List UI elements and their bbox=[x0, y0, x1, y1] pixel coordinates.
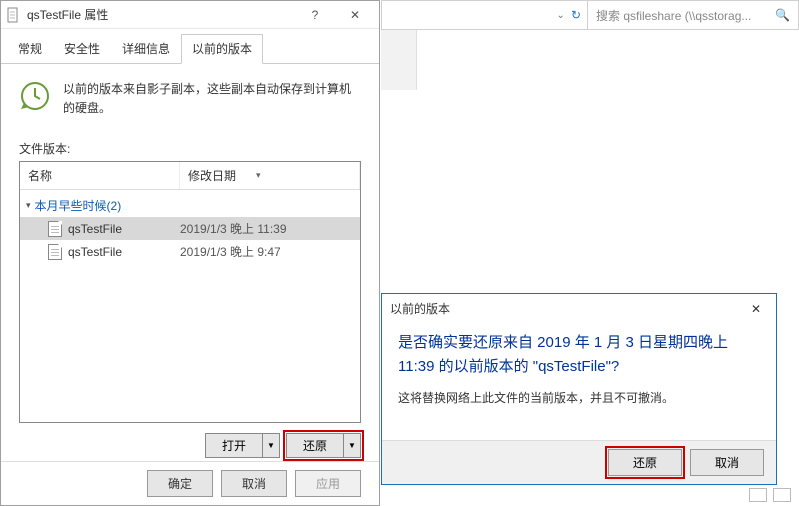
details-view-icon[interactable] bbox=[749, 488, 767, 502]
file-date: 2019/1/3 晚上 11:39 bbox=[180, 220, 354, 237]
chevron-down-icon[interactable]: ▼ bbox=[344, 434, 360, 457]
chevron-down-icon: ▾ bbox=[26, 200, 31, 211]
search-icon: 🔍 bbox=[775, 8, 790, 22]
document-icon bbox=[48, 244, 62, 260]
restore-button[interactable]: 还原 ▼ bbox=[286, 433, 361, 458]
properties-dialog: qsTestFile 属性 ? ✕ 常规 安全性 详细信息 以前的版本 以前的版… bbox=[0, 0, 380, 506]
confirm-body: 是否确实要还原来自 2019 年 1 月 3 日星期四晚上 11:39 的以前版… bbox=[382, 323, 776, 415]
file-name: qsTestFile bbox=[68, 245, 122, 259]
version-row[interactable]: qsTestFile 2019/1/3 晚上 9:47 bbox=[20, 240, 360, 263]
large-icons-view-icon[interactable] bbox=[773, 488, 791, 502]
cancel-button[interactable]: 取消 bbox=[690, 449, 764, 476]
group-label: 本月早些时候(2) bbox=[35, 197, 122, 214]
clock-icon bbox=[19, 80, 51, 112]
column-name[interactable]: 名称 bbox=[20, 162, 180, 189]
explorer-toolbar: ⌄ ↻ 搜索 qsfileshare (\\qsstorag... 🔍 bbox=[381, 0, 799, 30]
versions-list: 名称 修改日期▾ ▾ 本月早些时候(2) qsTestFile 2019/1/3… bbox=[19, 161, 361, 423]
info-row: 以前的版本来自影子副本，这些副本自动保存到计算机的硬盘。 bbox=[19, 74, 361, 132]
list-header: 名称 修改日期▾ bbox=[20, 162, 360, 190]
document-icon bbox=[48, 221, 62, 237]
confirm-titlebar: 以前的版本 ✕ bbox=[382, 294, 776, 323]
close-button[interactable]: ✕ bbox=[744, 302, 768, 316]
info-text: 以前的版本来自影子副本，这些副本自动保存到计算机的硬盘。 bbox=[63, 80, 361, 118]
tab-general[interactable]: 常规 bbox=[7, 34, 53, 64]
cancel-button[interactable]: 取消 bbox=[221, 470, 287, 497]
sort-caret-icon: ▾ bbox=[256, 170, 261, 181]
tab-previous-versions[interactable]: 以前的版本 bbox=[181, 34, 263, 64]
close-button[interactable]: ✕ bbox=[335, 1, 375, 29]
tab-details[interactable]: 详细信息 bbox=[111, 34, 181, 64]
tab-security[interactable]: 安全性 bbox=[53, 34, 111, 64]
help-button[interactable]: ? bbox=[295, 1, 335, 29]
dialog-footer: 确定 取消 应用 bbox=[1, 461, 379, 497]
open-button[interactable]: 打开 ▼ bbox=[205, 433, 280, 458]
search-input[interactable]: 搜索 qsfileshare (\\qsstorag... 🔍 bbox=[588, 1, 798, 29]
titlebar: qsTestFile 属性 ? ✕ bbox=[1, 1, 379, 29]
confirm-text: 这将替换网络上此文件的当前版本，并且不可撤消。 bbox=[398, 389, 760, 407]
address-bar[interactable]: ⌄ ↻ bbox=[382, 1, 588, 29]
document-icon bbox=[5, 7, 21, 23]
confirm-dialog: 以前的版本 ✕ 是否确实要还原来自 2019 年 1 月 3 日星期四晚上 11… bbox=[381, 293, 777, 485]
file-versions-label: 文件版本: bbox=[19, 140, 361, 157]
action-row: 打开 ▼ 还原 ▼ bbox=[19, 423, 361, 458]
confirm-footer: 还原 取消 bbox=[382, 440, 776, 484]
apply-button[interactable]: 应用 bbox=[295, 470, 361, 497]
dialog-body: 以前的版本来自影子副本，这些副本自动保存到计算机的硬盘。 文件版本: 名称 修改… bbox=[1, 64, 379, 468]
column-date[interactable]: 修改日期▾ bbox=[180, 162, 360, 189]
tab-strip: 常规 安全性 详细信息 以前的版本 bbox=[1, 29, 379, 64]
restore-button[interactable]: 还原 bbox=[608, 449, 682, 476]
file-name: qsTestFile bbox=[68, 222, 122, 236]
confirm-title: 以前的版本 bbox=[390, 300, 744, 317]
file-date: 2019/1/3 晚上 9:47 bbox=[180, 243, 354, 260]
chevron-down-icon[interactable]: ⌄ bbox=[557, 10, 565, 21]
refresh-icon[interactable]: ↻ bbox=[571, 8, 581, 22]
version-row[interactable]: qsTestFile 2019/1/3 晚上 11:39 bbox=[20, 217, 360, 240]
confirm-heading: 是否确实要还原来自 2019 年 1 月 3 日星期四晚上 11:39 的以前版… bbox=[398, 331, 760, 379]
file-selection-strip bbox=[381, 30, 417, 90]
group-header[interactable]: ▾ 本月早些时候(2) bbox=[20, 194, 360, 217]
ok-button[interactable]: 确定 bbox=[147, 470, 213, 497]
search-placeholder: 搜索 qsfileshare (\\qsstorag... bbox=[596, 7, 751, 24]
chevron-down-icon[interactable]: ▼ bbox=[263, 434, 279, 457]
dialog-title: qsTestFile 属性 bbox=[27, 6, 295, 23]
list-body: ▾ 本月早些时候(2) qsTestFile 2019/1/3 晚上 11:39… bbox=[20, 190, 360, 422]
view-switcher bbox=[741, 484, 799, 506]
